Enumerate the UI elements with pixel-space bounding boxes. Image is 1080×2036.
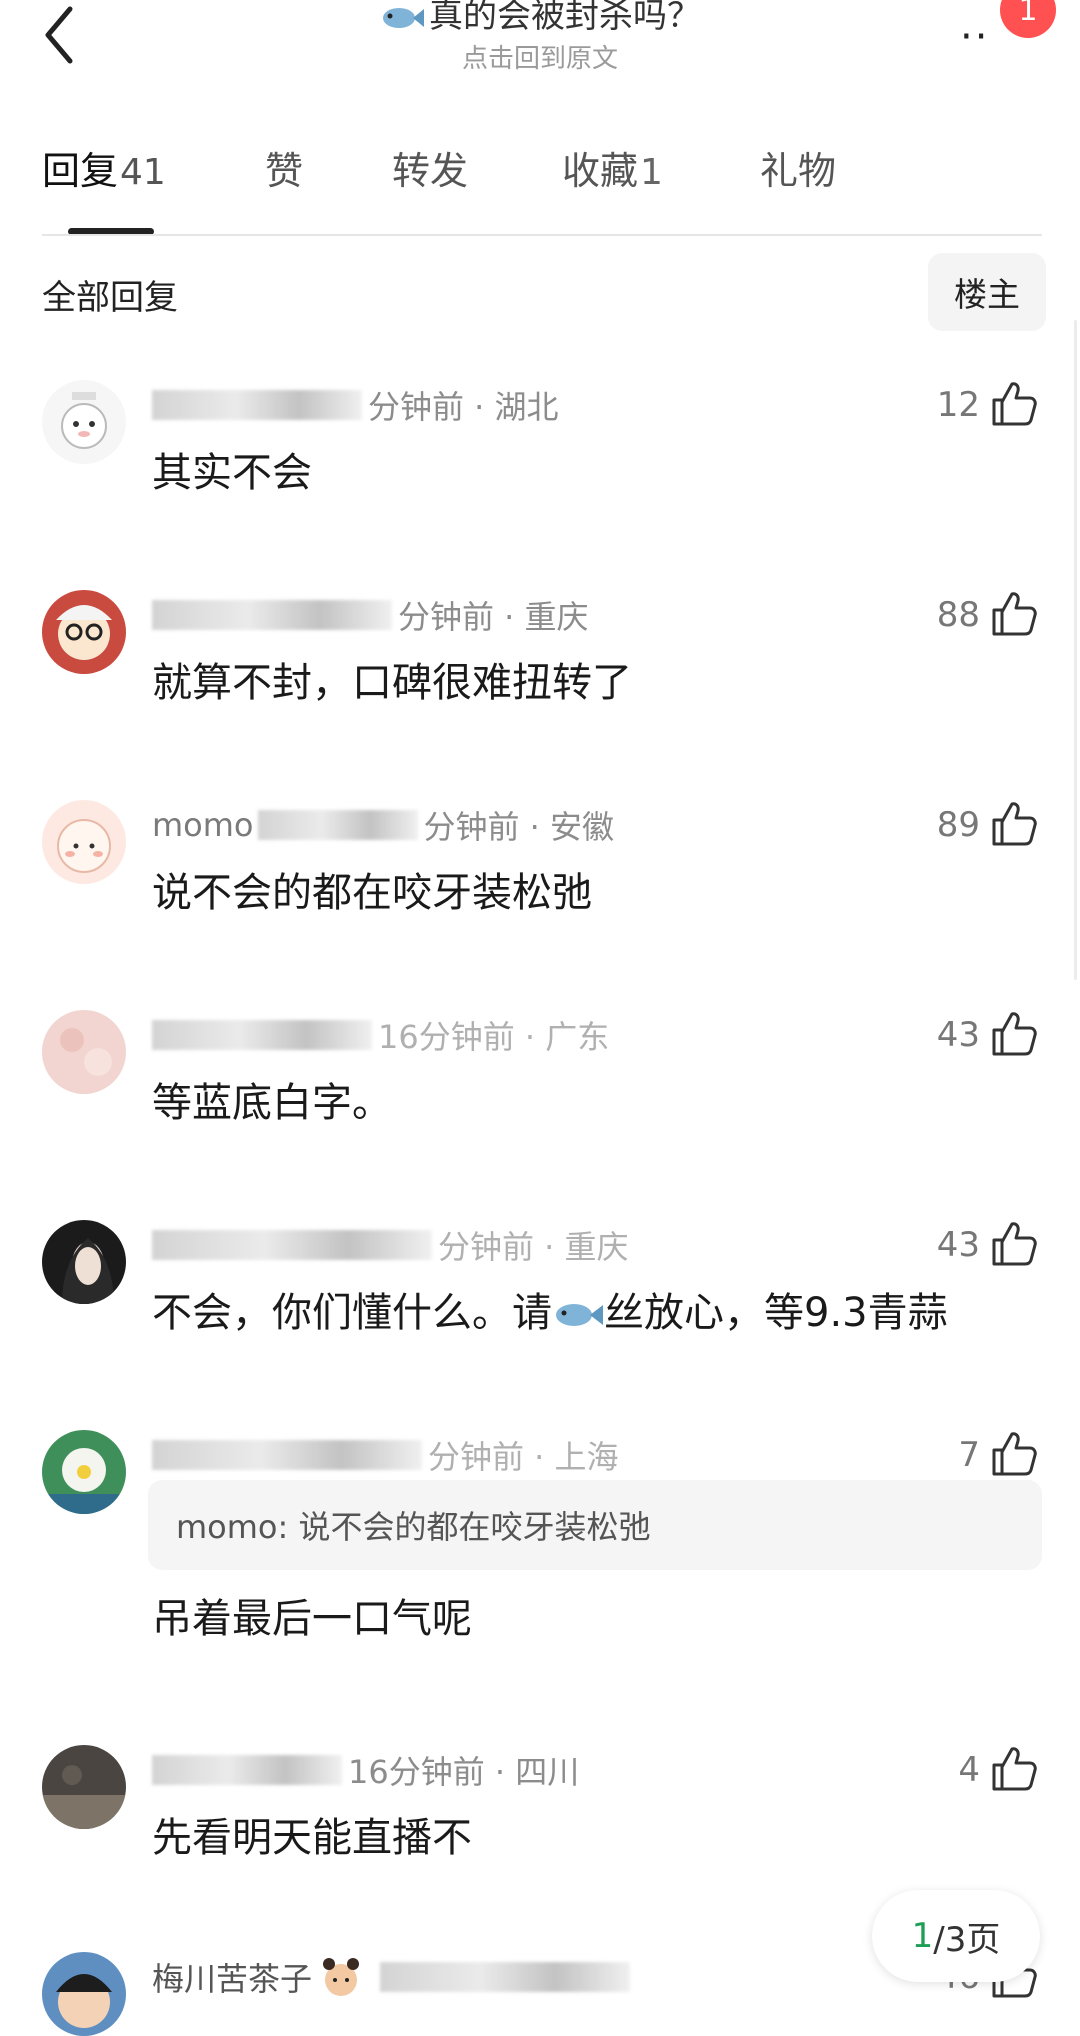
back-arrow-icon (45, 6, 73, 64)
blurred-username (152, 1440, 422, 1470)
blurred-text (380, 1962, 631, 1992)
user-avatar[interactable] (42, 1430, 126, 1514)
post-title-link[interactable]: 真的会被封杀吗？ (340, 0, 740, 37)
comment-meta: momo 分钟前 · 安徽 (152, 800, 614, 850)
comment-meta: 分钟前 · 湖北 (152, 380, 559, 430)
comment-time-location: 分钟前 · 重庆 (398, 598, 589, 636)
notification-badge[interactable]: 1 (1000, 0, 1056, 38)
current-page: 1 (911, 1916, 934, 1956)
like-count: 88 (936, 595, 980, 635)
comment-text: 先看明天能直播不 (152, 1815, 472, 1861)
comment-text: 就算不封，口碑很难扭转了 (152, 660, 632, 706)
username[interactable]: 梅川苦茶子 (152, 1954, 312, 2000)
fish-emoji-icon (383, 7, 424, 28)
blurred-username (257, 810, 418, 840)
comment-text: 吊着最后一口气呢 (152, 1596, 472, 1642)
post-title: 真的会被封杀吗？ (429, 0, 701, 36)
like-count: 12 (936, 385, 980, 425)
comment-meta: 分钟前 · 上海 (152, 1430, 619, 1480)
tab-favorites[interactable]: 收藏1 (562, 140, 663, 195)
thumbs-up-icon[interactable] (988, 1218, 1040, 1270)
blurred-username (152, 1020, 372, 1050)
avatar-image (42, 1220, 126, 1304)
comment-time-location: 分钟前 · 湖北 (368, 388, 559, 426)
user-avatar[interactable] (42, 1220, 126, 1304)
user-avatar[interactable] (42, 380, 126, 464)
user-avatar[interactable] (42, 1952, 126, 2036)
op-only-button[interactable]: 楼主 (928, 253, 1046, 331)
blurred-username (152, 1755, 342, 1785)
tab-bar: 回复41 赞 转发 收藏1 礼物 (0, 140, 1080, 235)
thumbs-up-icon[interactable] (988, 378, 1040, 430)
avatar-image (42, 590, 126, 674)
like-count: 89 (936, 805, 980, 845)
scrollbar[interactable] (1074, 320, 1077, 980)
tab-likes[interactable]: 赞 (265, 140, 303, 195)
fish-emoji-icon (556, 1304, 603, 1326)
back-button[interactable] (30, 0, 90, 70)
tab-count: 41 (120, 152, 166, 193)
avatar-image (42, 1010, 126, 1094)
thumbs-up-icon[interactable] (988, 1008, 1040, 1060)
comment-text: 说不会的都在咬牙装松弛 (152, 870, 592, 916)
user-avatar[interactable] (42, 590, 126, 674)
thumbs-up-icon[interactable] (988, 1743, 1040, 1795)
comment-time-location: 分钟前 · 上海 (428, 1438, 619, 1476)
comment-text: 不会，你们懂什么。请 丝放心，等9.3青蒜 (152, 1280, 948, 1338)
tab-gifts[interactable]: 礼物 (760, 140, 836, 195)
thumbs-up-icon[interactable] (988, 798, 1040, 850)
divider (42, 234, 1042, 236)
thumbs-up-icon[interactable] (988, 1428, 1040, 1480)
tab-label: 收藏 (562, 149, 639, 193)
like-count: 43 (936, 1015, 980, 1055)
tab-label: 转发 (392, 149, 469, 193)
avatar-image (42, 800, 126, 884)
more-options-button[interactable]: ·· (960, 14, 989, 60)
quoted-reply[interactable]: momo: 说不会的都在咬牙装松弛 (148, 1480, 1042, 1570)
tab-count: 1 (640, 152, 663, 193)
total-pages: /3页 (933, 1919, 1001, 1960)
like-count: 7 (958, 1435, 980, 1475)
tab-label: 赞 (265, 149, 304, 193)
comment-time-location: 16分钟前 · 四川 (348, 1753, 580, 1791)
tab-replies[interactable]: 回复41 (42, 140, 166, 195)
thumbs-up-icon[interactable] (988, 588, 1040, 640)
comment-meta: 16分钟前 · 广东 (152, 1010, 609, 1060)
like-count: 4 (958, 1750, 980, 1790)
comment-meta: 梅川苦茶子 (152, 1952, 631, 2002)
user-avatar[interactable] (42, 1745, 126, 1829)
back-to-post-link[interactable]: 点击回到原文 (340, 38, 740, 75)
avatar-image (42, 1745, 126, 1829)
user-avatar[interactable] (42, 1010, 126, 1094)
avatar-image (42, 380, 126, 464)
blurred-username (152, 390, 362, 420)
face-emoji-icon (323, 1958, 360, 1996)
user-avatar[interactable] (42, 800, 126, 884)
blurred-username (152, 600, 392, 630)
avatar-image (42, 1952, 126, 2036)
username[interactable]: momo (152, 806, 254, 844)
comment-text: 等蓝底白字。 (152, 1080, 392, 1126)
avatar-image (42, 1430, 126, 1514)
page-indicator[interactable]: 1/3页 (872, 1890, 1040, 1982)
tab-label: 回复 (42, 149, 119, 193)
comment-time-location: 16分钟前 · 广东 (378, 1018, 610, 1056)
comment-meta: 16分钟前 · 四川 (152, 1745, 579, 1795)
tab-label: 礼物 (760, 149, 837, 193)
blurred-username (152, 1230, 432, 1260)
comment-meta: 分钟前 · 重庆 (152, 1220, 629, 1270)
top-bar: 真的会被封杀吗？ 点击回到原文 ·· 1 (0, 0, 1080, 100)
comment-time-location: 分钟前 · 安徽 (423, 808, 615, 846)
like-count: 43 (936, 1225, 980, 1265)
comment-time-location: 分钟前 · 重庆 (438, 1228, 629, 1266)
comment-text: 其实不会 (152, 450, 312, 496)
all-replies-label: 全部回复 (42, 278, 178, 318)
comment-text-part: 丝放心，等9.3青蒜 (604, 1290, 948, 1336)
comment-text-part: 不会，你们懂什么。请 (152, 1290, 552, 1336)
tab-reposts[interactable]: 转发 (392, 140, 468, 195)
comment-meta: 分钟前 · 重庆 (152, 590, 589, 640)
